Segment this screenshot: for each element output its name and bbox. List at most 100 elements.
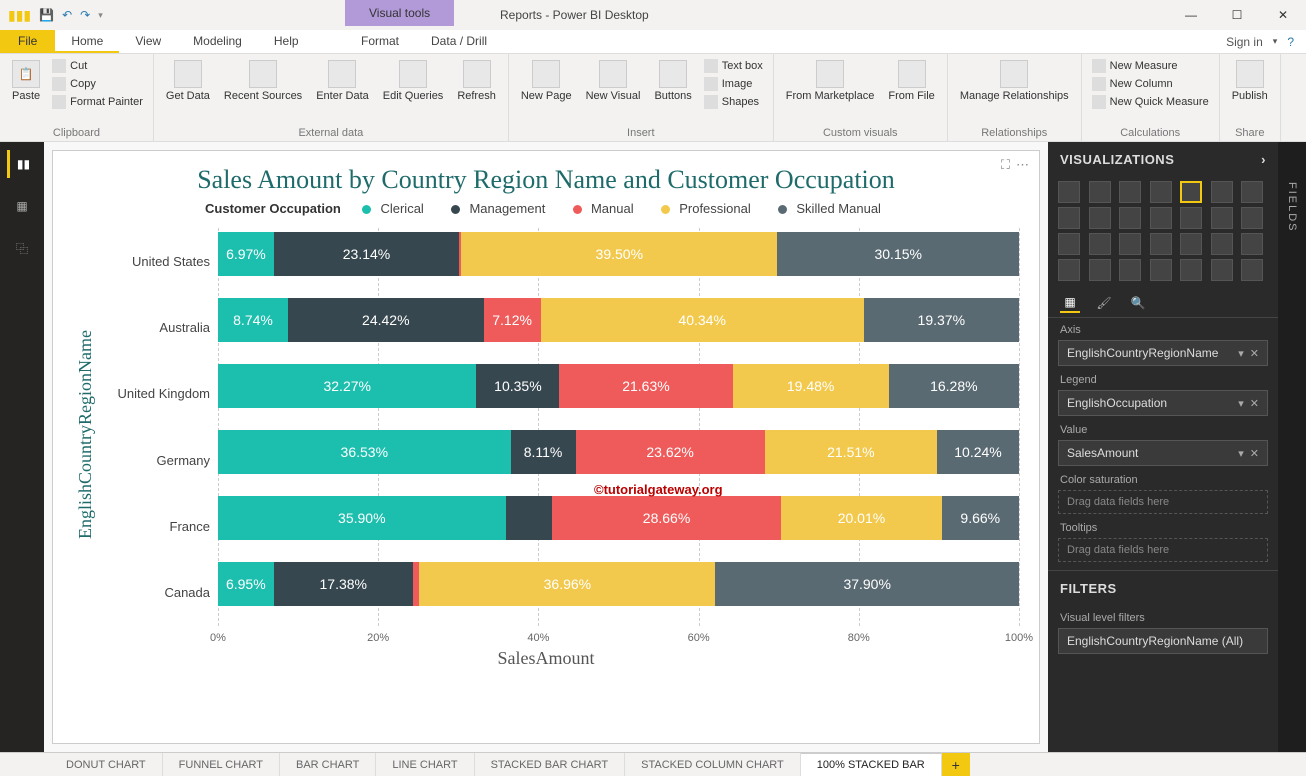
bar-row[interactable]: 6.97%23.14%39.50%30.15%	[218, 228, 1019, 280]
recent-sources-button[interactable]: Recent Sources	[220, 58, 306, 104]
new-visual-button[interactable]: New Visual	[582, 58, 645, 104]
report-canvas[interactable]: ⛶ ⋯ Sales Amount by Country Region Name …	[44, 142, 1048, 752]
analytics-tab-icon[interactable]: 🔍	[1128, 293, 1148, 313]
chevron-right-icon[interactable]: ›	[1261, 152, 1266, 167]
bar-segment[interactable]: 36.96%	[419, 562, 715, 606]
bar-segment[interactable]: 17.38%	[274, 562, 413, 606]
new-page-button[interactable]: New Page	[517, 58, 576, 104]
textbox-button[interactable]: Text box	[702, 58, 765, 74]
minimize-button[interactable]: —	[1168, 0, 1214, 30]
viz-type-icon[interactable]	[1089, 181, 1111, 203]
page-tab[interactable]: LINE CHART	[376, 753, 474, 776]
legend-field-well[interactable]: EnglishOccupation▾✕	[1058, 390, 1268, 416]
viz-type-icon[interactable]	[1089, 233, 1111, 255]
viz-type-icon[interactable]	[1058, 207, 1080, 229]
close-button[interactable]: ✕	[1260, 0, 1306, 30]
viz-type-icon[interactable]	[1211, 259, 1233, 281]
filter-item[interactable]: EnglishCountryRegionName (All)	[1058, 628, 1268, 654]
viz-type-icon[interactable]	[1241, 259, 1263, 281]
viz-type-icon[interactable]	[1211, 233, 1233, 255]
paste-button[interactable]: 📋Paste	[8, 58, 44, 104]
format-tab-icon[interactable]: 🖌	[1094, 293, 1114, 313]
bar-segment[interactable]: 28.66%	[552, 496, 782, 540]
fields-pane-collapsed[interactable]: FIELDS	[1278, 142, 1306, 752]
undo-icon[interactable]: ↶	[62, 8, 72, 22]
page-tab[interactable]: 100% STACKED BAR	[801, 752, 942, 776]
bar-segment[interactable]: 30.15%	[777, 232, 1019, 276]
bar-segment[interactable]: 37.90%	[715, 562, 1019, 606]
page-tab[interactable]: STACKED COLUMN CHART	[625, 753, 801, 776]
bar-row[interactable]: 8.74%24.42%7.12%40.34%19.37%	[218, 294, 1019, 346]
get-data-button[interactable]: Get Data	[162, 58, 214, 104]
bar-segment[interactable]: 40.34%	[541, 298, 864, 342]
bar-segment[interactable]: 36.53%	[218, 430, 511, 474]
page-tab[interactable]: STACKED BAR CHART	[475, 753, 626, 776]
tab-file[interactable]: File	[0, 30, 55, 53]
viz-type-icon[interactable]	[1058, 181, 1080, 203]
image-button[interactable]: Image	[702, 76, 765, 92]
fields-tab-icon[interactable]: ▦	[1060, 293, 1080, 313]
qat-dropdown-icon[interactable]: ▾	[98, 10, 103, 21]
tab-modeling[interactable]: Modeling	[177, 30, 258, 53]
bar-segment[interactable]: 19.48%	[733, 364, 889, 408]
viz-type-icon[interactable]	[1058, 259, 1080, 281]
legend-item[interactable]: Management	[445, 201, 551, 216]
bar-row[interactable]: 35.90%28.66%20.01%9.66%	[218, 492, 1019, 544]
help-icon[interactable]: ?	[1287, 35, 1294, 49]
viz-type-icon[interactable]	[1180, 181, 1202, 203]
bar-row[interactable]: 6.95%17.38%36.96%37.90%	[218, 558, 1019, 610]
copy-button[interactable]: Copy	[50, 76, 145, 92]
publish-button[interactable]: Publish	[1228, 58, 1272, 104]
viz-type-icon[interactable]	[1150, 259, 1172, 281]
tab-home[interactable]: Home	[55, 30, 119, 53]
filters-header[interactable]: FILTERS	[1048, 570, 1278, 606]
viz-type-icon[interactable]	[1119, 207, 1141, 229]
signin-dropdown-icon[interactable]: ▾	[1273, 36, 1278, 47]
new-measure-button[interactable]: New Measure	[1090, 58, 1211, 74]
viz-type-icon[interactable]	[1211, 207, 1233, 229]
remove-field-icon[interactable]: ✕	[1250, 447, 1259, 460]
chevron-down-icon[interactable]: ▾	[1238, 397, 1244, 410]
viz-type-icon[interactable]	[1180, 259, 1202, 281]
tab-view[interactable]: View	[119, 30, 177, 53]
viz-type-icon[interactable]	[1119, 181, 1141, 203]
viz-type-icon[interactable]	[1119, 233, 1141, 255]
bar-segment[interactable]: 8.74%	[218, 298, 288, 342]
viz-type-icon[interactable]	[1241, 233, 1263, 255]
legend-item[interactable]: Manual	[567, 201, 640, 216]
bar-segment[interactable]: 9.66%	[942, 496, 1019, 540]
maximize-button[interactable]: ☐	[1214, 0, 1260, 30]
bar-segment[interactable]	[506, 496, 552, 540]
from-marketplace-button[interactable]: From Marketplace	[782, 58, 879, 104]
bar-segment[interactable]: 8.11%	[511, 430, 576, 474]
buttons-button[interactable]: Buttons	[650, 58, 695, 104]
refresh-button[interactable]: Refresh	[453, 58, 500, 104]
viz-type-icon[interactable]	[1150, 233, 1172, 255]
bar-segment[interactable]: 19.37%	[864, 298, 1019, 342]
enter-data-button[interactable]: Enter Data	[312, 58, 373, 104]
tab-format[interactable]: Format	[345, 30, 415, 52]
bar-row[interactable]: 36.53%8.11%23.62%21.51%10.24%	[218, 426, 1019, 478]
visual-frame[interactable]: ⛶ ⋯ Sales Amount by Country Region Name …	[52, 150, 1040, 744]
value-field-well[interactable]: SalesAmount▾✕	[1058, 440, 1268, 466]
save-icon[interactable]: 💾	[39, 8, 54, 22]
legend-item[interactable]: Clerical	[356, 201, 429, 216]
report-view-icon[interactable]: ▮▮	[7, 150, 35, 178]
bar-row[interactable]: 32.27%10.35%21.63%19.48%16.28%	[218, 360, 1019, 412]
tab-data-drill[interactable]: Data / Drill	[415, 30, 503, 52]
bar-segment[interactable]: 16.28%	[889, 364, 1019, 408]
tooltips-well[interactable]: Drag data fields here	[1058, 538, 1268, 562]
cut-button[interactable]: Cut	[50, 58, 145, 74]
bar-segment[interactable]: 21.63%	[559, 364, 732, 408]
page-tab[interactable]: BAR CHART	[280, 753, 376, 776]
color-saturation-well[interactable]: Drag data fields here	[1058, 490, 1268, 514]
new-quick-measure-button[interactable]: New Quick Measure	[1090, 94, 1211, 110]
format-painter-button[interactable]: Format Painter	[50, 94, 145, 110]
viz-type-icon[interactable]	[1241, 181, 1263, 203]
new-column-button[interactable]: New Column	[1090, 76, 1211, 92]
edit-queries-button[interactable]: Edit Queries	[379, 58, 448, 104]
remove-field-icon[interactable]: ✕	[1250, 347, 1259, 360]
viz-type-icon[interactable]	[1150, 207, 1172, 229]
bar-segment[interactable]: 10.35%	[476, 364, 559, 408]
sign-in-link[interactable]: Sign in	[1226, 35, 1263, 49]
